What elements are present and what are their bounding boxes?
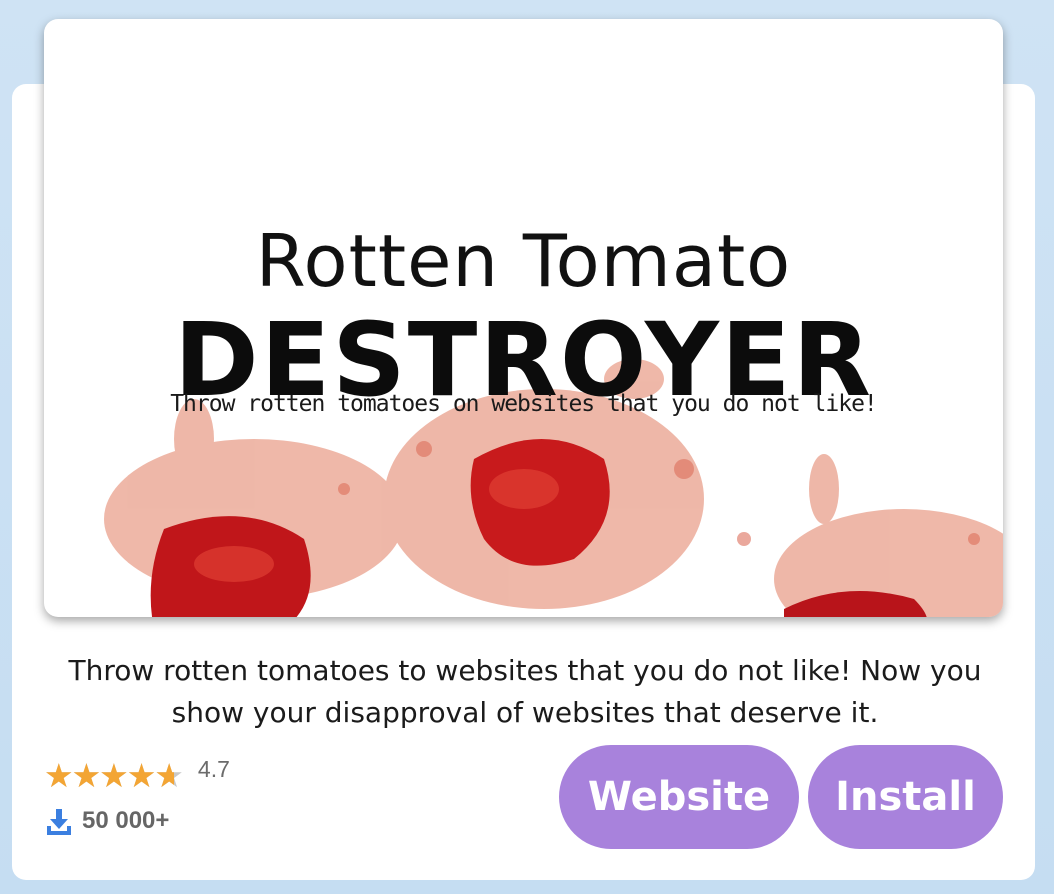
extension-description: Throw rotten tomatoes to websites that y…: [68, 654, 982, 729]
install-button[interactable]: Install: [808, 745, 1003, 849]
hero-banner: Rotten Tomato DESTROYER Throw rotten tom…: [44, 19, 1003, 617]
star-rating: ★★★★★ ★★★★★: [44, 759, 184, 793]
rating: ★★★★★ ★★★★★ 4.7: [44, 755, 230, 793]
downloads: 50 000+: [44, 806, 169, 836]
hero-tagline: Throw rotten tomatoes on websites that y…: [170, 391, 878, 417]
hero-title: Rotten Tomato: [255, 219, 792, 303]
star-fill: ★★★★★: [44, 759, 174, 793]
rating-value: 4.7: [197, 755, 230, 782]
download-icon: [47, 809, 71, 835]
website-button[interactable]: Website: [559, 745, 799, 849]
downloads-count: 50 000+: [82, 807, 170, 834]
